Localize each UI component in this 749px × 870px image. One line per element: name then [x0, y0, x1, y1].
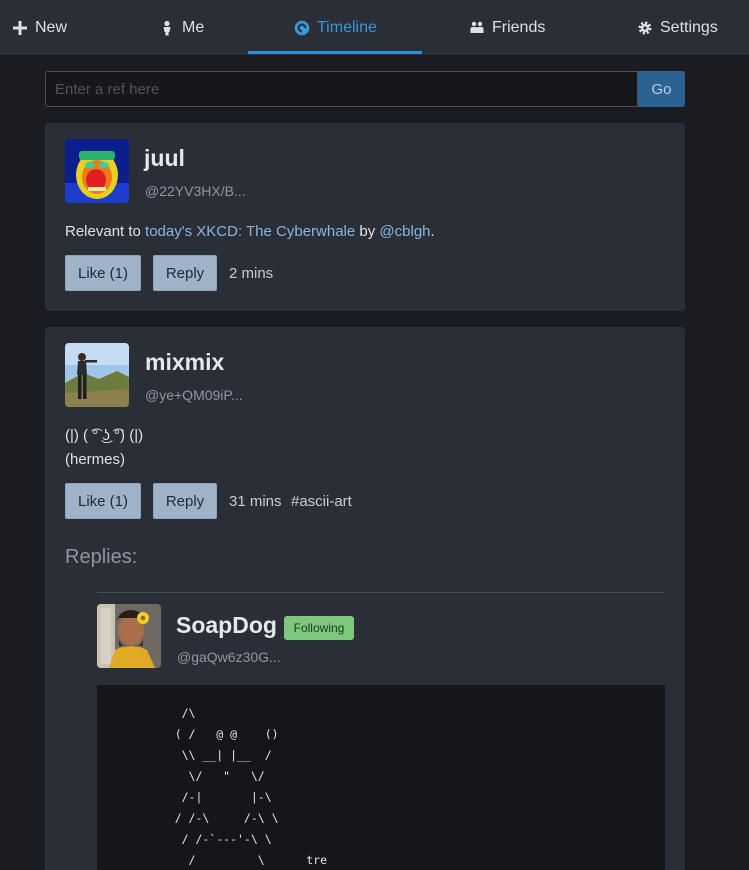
nav-new[interactable]: New [12, 0, 67, 55]
top-nav: New Me Timeline Friends Settings [0, 0, 749, 55]
post-card: juul @22YV3HX/B... Relevant to today's X… [45, 123, 685, 311]
nav-friends[interactable]: Friends [469, 0, 545, 55]
nav-me[interactable]: Me [159, 0, 204, 55]
reply-button[interactable]: Reply [153, 483, 217, 519]
author-handle[interactable]: @22YV3HX/B... [145, 183, 246, 199]
plus-icon [13, 20, 27, 35]
author-handle[interactable]: @gaQw6z30G... [177, 649, 281, 665]
author-name[interactable]: mixmix [145, 349, 224, 376]
replies-heading: Replies: [65, 546, 138, 568]
ascii-art-block: /\ ( / @ @ () \\ __| |__ / \/ " \/ /-| |… [97, 685, 665, 870]
avatar[interactable] [97, 604, 161, 668]
post-text-line: (|) ( ͡° ͜ʖ ͡°) (|) [65, 427, 144, 444]
nav-settings-label: Settings [660, 18, 718, 36]
post-timestamp[interactable]: 31 mins [229, 493, 282, 510]
user-icon [163, 20, 171, 35]
hashtag-link[interactable]: #ascii-art [291, 493, 352, 510]
post-text-suffix: . [430, 223, 435, 240]
nav-me-label: Me [182, 18, 205, 36]
post-text: (|) ( ͡° ͜ʖ ͡°) (|) (hermes) [65, 424, 143, 472]
active-tab-indicator [248, 51, 422, 54]
post-timestamp[interactable]: 2 mins [229, 265, 273, 282]
post-text-line: (hermes) [65, 451, 126, 468]
post-text-mid: by [355, 223, 380, 240]
reply-button[interactable]: Reply [153, 255, 217, 291]
friends-icon [470, 21, 484, 33]
author-name[interactable]: SoapDog [176, 612, 277, 639]
nav-settings[interactable]: Settings [637, 0, 718, 55]
avatar[interactable] [65, 343, 129, 407]
nav-friends-label: Friends [492, 18, 546, 36]
gear-icon [638, 21, 652, 34]
ref-search: Go [45, 71, 685, 107]
author-handle[interactable]: @ye+QM09iP... [145, 387, 243, 403]
post-text-prefix: Relevant to [65, 223, 146, 240]
go-button[interactable]: Go [638, 71, 685, 107]
timeline-icon [294, 20, 310, 35]
ref-input[interactable] [45, 71, 638, 107]
nav-timeline-label: Timeline [317, 18, 377, 36]
xkcd-link[interactable]: today's XKCD: The Cyberwhale [145, 223, 355, 240]
post-text: Relevant to today's XKCD: The Cyberwhale… [65, 220, 435, 244]
like-button[interactable]: Like (1) [65, 483, 141, 519]
like-button[interactable]: Like (1) [65, 255, 141, 291]
author-name[interactable]: juul [144, 145, 185, 172]
replies-divider [97, 592, 665, 593]
nav-new-label: New [35, 18, 68, 36]
following-badge: Following [284, 616, 354, 640]
nav-timeline[interactable]: Timeline [294, 0, 377, 55]
avatar[interactable] [65, 139, 129, 203]
mention-link[interactable]: @cblgh [379, 223, 430, 240]
